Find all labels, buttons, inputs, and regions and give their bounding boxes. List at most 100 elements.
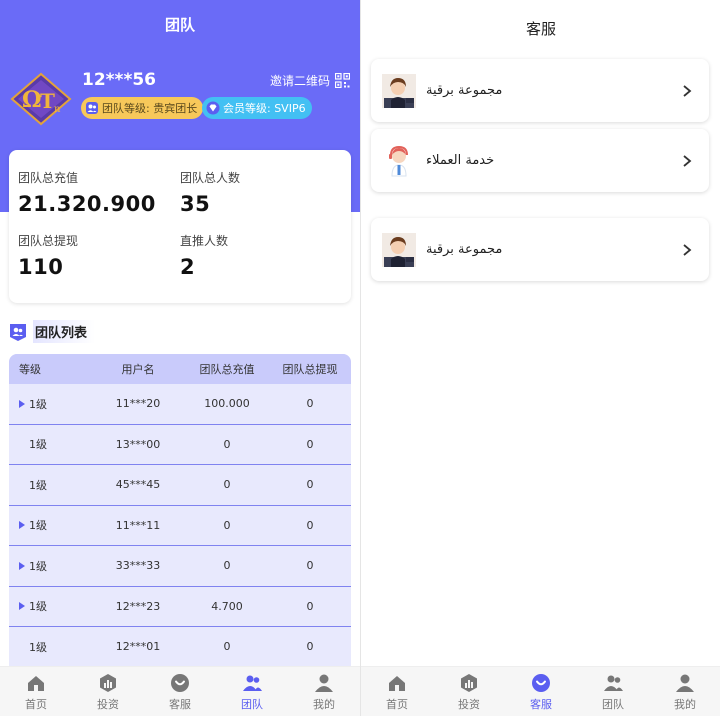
agent-avatar-icon: [382, 232, 416, 267]
level-text: 1级: [29, 640, 47, 654]
svg-text:n: n: [54, 104, 61, 115]
table-row[interactable]: 1级 11***20 100.000 0: [9, 384, 351, 425]
team-level-text: 团队等级: 贵宾团长: [102, 102, 198, 115]
bottom-tab-bar: 首页 投资 客服 团队 我的: [361, 666, 720, 716]
cell-username: 11***11: [115, 518, 161, 532]
expand-caret-icon[interactable]: [19, 399, 25, 408]
cell-level: 1级: [9, 517, 91, 533]
tab-label: 我的: [313, 697, 335, 711]
team-list-icon: [10, 323, 26, 341]
profile-icon: [676, 674, 694, 692]
stat-total-withdraw: 团队总提现 110: [18, 232, 78, 279]
tab-label: 投资: [458, 697, 480, 711]
level-text: 1级: [29, 600, 47, 614]
team-badge-icon: [86, 102, 98, 114]
cell-level: 1级: [9, 639, 91, 655]
chevron-right-icon: [683, 154, 692, 167]
svg-text:T: T: [40, 89, 55, 113]
expand-caret-icon[interactable]: [19, 561, 25, 570]
qr-code-icon: [335, 73, 350, 88]
team-icon: [604, 675, 623, 691]
page-title: 客服: [525, 20, 556, 38]
profile-icon: [315, 674, 333, 692]
tab-label: 首页: [25, 697, 47, 711]
cell-level: 1级: [9, 477, 91, 493]
stat-value: 21.320.900: [18, 192, 156, 216]
tab-heart-chat[interactable]: 客服: [505, 667, 577, 716]
logo-icon: Ω T n: [10, 72, 72, 126]
stat-label: 团队总人数: [180, 171, 241, 185]
cell-recharge: 0: [223, 640, 231, 654]
tab-label: 团队: [241, 697, 263, 711]
tab-profile[interactable]: 我的: [288, 667, 360, 716]
bottom-tab-bar: 首页 投资 客服 团队 我的: [0, 666, 360, 716]
tab-invest[interactable]: 投资: [72, 667, 144, 716]
stat-label: 团队总充值: [18, 171, 79, 185]
cell-level: 1级: [9, 396, 91, 412]
expand-caret-icon[interactable]: [19, 602, 25, 611]
expand-caret-icon[interactable]: [19, 521, 25, 530]
cell-username: 12***01: [115, 640, 161, 654]
stat-value: 2: [180, 255, 196, 279]
team-level-badge: 团队等级: 贵宾团长: [81, 97, 204, 119]
support-avatar-icon: [389, 145, 408, 176]
invest-icon: [461, 673, 477, 692]
tab-team[interactable]: 团队: [577, 667, 649, 716]
tab-label: 投资: [97, 697, 119, 711]
diamond-icon: [206, 101, 220, 115]
cell-withdraw: 0: [306, 599, 314, 613]
service-item[interactable]: خدمة العملاء: [371, 129, 709, 192]
tab-profile[interactable]: 我的: [649, 667, 720, 716]
chevron-right-icon: [683, 84, 692, 97]
cell-withdraw: 0: [306, 640, 314, 654]
svg-text:Ω: Ω: [22, 87, 42, 113]
table-row[interactable]: 1级 33***33 0 0: [9, 546, 351, 587]
invest-icon: [100, 673, 116, 692]
tab-label: 首页: [386, 697, 408, 711]
level-text: 1级: [29, 397, 47, 411]
stat-total-recharge: 团队总充值 21.320.900: [18, 169, 156, 216]
cell-recharge: 100.000: [204, 397, 250, 411]
service-item[interactable]: مجموعة برقية: [371, 218, 709, 281]
page-title: 团队: [164, 16, 195, 34]
table-row[interactable]: 1级 12***23 4.700 0: [9, 587, 351, 627]
level-text: 1级: [29, 478, 47, 492]
cell-recharge: 0: [223, 437, 231, 451]
service-item-label: خدمة العملاء: [426, 153, 495, 168]
service-item[interactable]: مجموعة برقية: [371, 59, 709, 122]
service-item-label: مجموعة برقية: [426, 83, 503, 98]
table-row[interactable]: 1级 11***11 0 0: [9, 506, 351, 546]
tab-label: 客服: [530, 697, 552, 711]
tab-home[interactable]: 首页: [0, 667, 72, 716]
cell-level: 1级: [9, 558, 91, 574]
invite-label: 邀请二维码: [269, 74, 330, 88]
chevron-right-icon: [683, 243, 692, 256]
level-text: 1级: [29, 519, 47, 533]
header-withdraw: 团队总提现: [282, 363, 338, 376]
agent-avatar-icon: [382, 73, 416, 108]
stat-label: 团队总提现: [18, 234, 79, 248]
table-row: 1级 45***45 0 0: [9, 465, 351, 506]
cell-recharge: 0: [223, 518, 231, 532]
cell-withdraw: 0: [306, 559, 314, 573]
level-text: 1级: [29, 438, 47, 452]
stat-value: 35: [180, 192, 211, 216]
cell-level: 1级: [9, 436, 91, 452]
cell-username: 13***00: [115, 437, 161, 451]
table-body: 1级 11***20 100.000 0 1级 13***00 0 0 1级 45***45 0 0 1…: [9, 384, 351, 668]
cell-username: 11***20: [115, 397, 161, 411]
cell-level: 1级: [9, 598, 91, 614]
cell-username: 12***23: [115, 599, 161, 613]
table-row: 1级 13***00 0 0: [9, 425, 351, 465]
team-list-heading: 团队列表: [9, 320, 96, 343]
stat-direct-referrals: 直推人数 2: [180, 232, 228, 279]
team-screen: 团队 Ω T n 12***56 邀请二维码 团队等级: 贵宾团长 会员等级: …: [0, 0, 360, 716]
customer-service-screen: 客服 مجموعة برقية خدمة العملاء مجموعة برقية …: [360, 0, 720, 716]
tab-invest[interactable]: 投资: [433, 667, 505, 716]
invite-qr-button[interactable]: 邀请二维码: [270, 72, 350, 89]
tab-label: 我的: [674, 697, 696, 711]
tab-team[interactable]: 团队: [216, 667, 288, 716]
tab-heart-chat[interactable]: 客服: [144, 667, 216, 716]
cell-recharge: 4.700: [211, 599, 243, 613]
tab-home[interactable]: 首页: [361, 667, 433, 716]
